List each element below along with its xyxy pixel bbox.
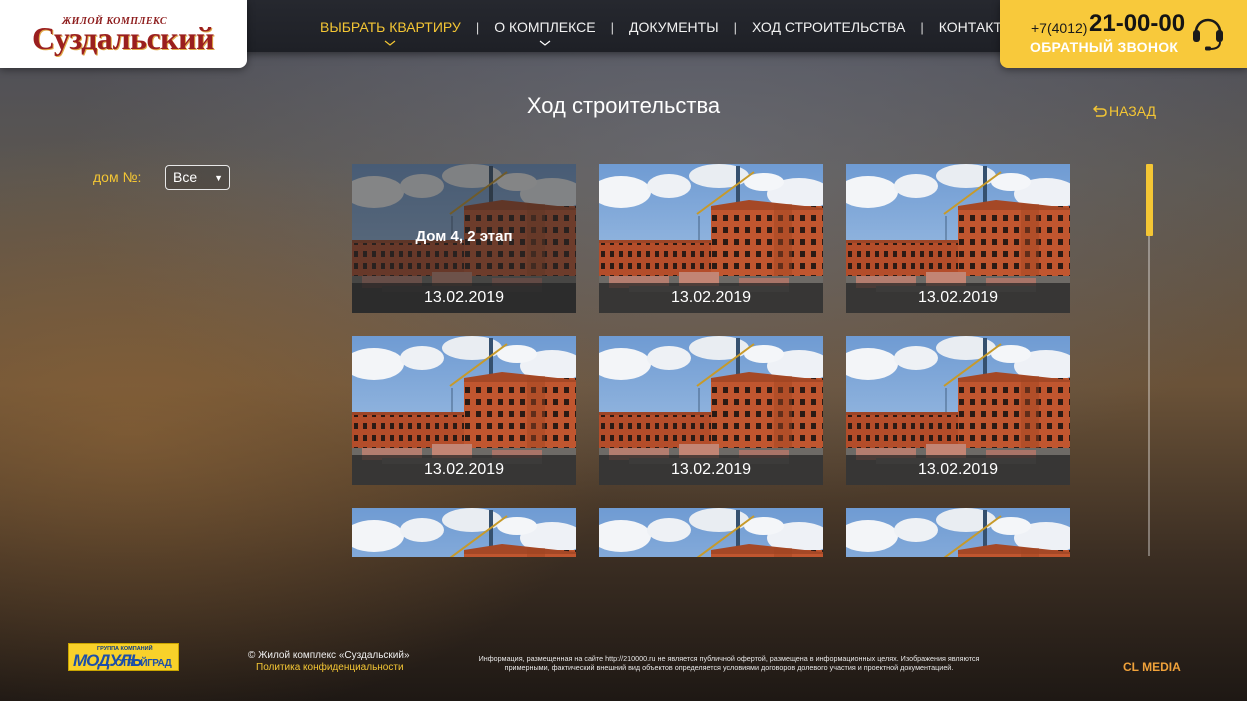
nav-item-construction-progress[interactable]: ХОД СТРОИТЕЛЬСТВА	[737, 19, 920, 35]
back-label: НАЗАД	[1109, 103, 1157, 119]
gallery-card[interactable]	[846, 508, 1070, 557]
house-filter-label: дом №:	[93, 169, 142, 185]
card-date: 13.02.2019	[423, 289, 505, 306]
gallery-card[interactable]: 13.02.2019	[846, 336, 1070, 485]
phone-number[interactable]: 21-00-00	[1089, 10, 1185, 38]
contact-panel: +7(4012) 21-00-00 ОБРАТНЫЙ ЗВОНОК	[1000, 0, 1247, 68]
callback-button[interactable]: ОБРАТНЫЙ ЗВОНОК	[1030, 39, 1178, 55]
dropdown-arrow-icon: ▼	[214, 173, 223, 183]
card-date: 13.02.2019	[670, 289, 752, 306]
main-nav: ВЫБРАТЬ КВАРТИРУ | О КОМПЛЕКСЕ | ДОКУМЕН…	[305, 17, 1029, 46]
page-title: Ход строительства	[526, 93, 721, 118]
house-filter-value: Все	[173, 169, 198, 185]
nav-item-label: О КОМПЛЕКСЕ	[494, 19, 596, 35]
gallery-card[interactable]	[599, 508, 823, 557]
copyright-text: © Жилой комплекс «Суздальский»	[248, 650, 410, 661]
nav-item-label: ХОД СТРОИТЕЛЬСТВА	[752, 19, 906, 35]
logo-name: Суздальский	[32, 20, 214, 56]
gallery-card[interactable]: 13.02.2019	[846, 164, 1070, 313]
developer-credit-link[interactable]: CL MEDIA	[1123, 660, 1181, 674]
gallery-card[interactable]: Дом 4, 2 этап 13.02.2019	[352, 164, 576, 313]
phone-code: +7(4012)	[1031, 20, 1088, 36]
chevron-down-icon	[539, 40, 551, 46]
privacy-policy-link[interactable]: Политика конфиденциальности	[256, 662, 404, 673]
construction-photo	[599, 508, 823, 557]
headset-icon[interactable]	[1190, 12, 1226, 52]
chevron-down-icon	[385, 40, 396, 46]
card-date: 13.02.2019	[670, 461, 752, 478]
house-filter-select[interactable]: Все ▼	[165, 165, 230, 190]
construction-photo	[846, 508, 1070, 557]
partner-logo-second-name: СТРОЙГРАД	[115, 658, 172, 669]
nav-item-choose-apartment[interactable]: ВЫБРАТЬ КВАРТИРУ	[305, 19, 476, 46]
back-button[interactable]: НАЗАД	[1093, 103, 1156, 119]
gallery-card[interactable]: 13.02.2019	[352, 336, 576, 485]
legal-disclaimer: Информация, размещенная на сайте http://…	[478, 654, 980, 672]
gallery-card[interactable]: 13.02.2019	[599, 336, 823, 485]
nav-item-label: ДОКУМЕНТЫ	[628, 19, 719, 35]
gallery-card[interactable]: 13.02.2019	[599, 164, 823, 313]
card-date: 13.02.2019	[423, 461, 505, 478]
construction-gallery: Дом 4, 2 этап 13.02.2019 13.02.2019 13.0…	[352, 164, 1072, 557]
partner-logo[interactable]: ГРУППА КОМПАНИЙ МОДУЛЬ СТРОЙГРАД	[68, 643, 179, 671]
nav-item-label: ВЫБРАТЬ КВАРТИРУ	[320, 19, 461, 35]
gallery-scrollbar-thumb[interactable]	[1146, 164, 1153, 236]
card-date: 13.02.2019	[917, 289, 999, 306]
card-title: Дом 4, 2 этап	[415, 228, 513, 245]
construction-photo	[352, 508, 576, 557]
nav-item-documents[interactable]: ДОКУМЕНТЫ	[614, 19, 734, 35]
nav-item-about[interactable]: О КОМПЛЕКСЕ	[479, 19, 610, 46]
gallery-card[interactable]	[352, 508, 576, 557]
back-arrow-icon	[1093, 105, 1107, 117]
card-date: 13.02.2019	[917, 461, 999, 478]
site-logo[interactable]: ЖИЛОЙ КОМПЛЕКС Суздальский	[0, 0, 247, 68]
